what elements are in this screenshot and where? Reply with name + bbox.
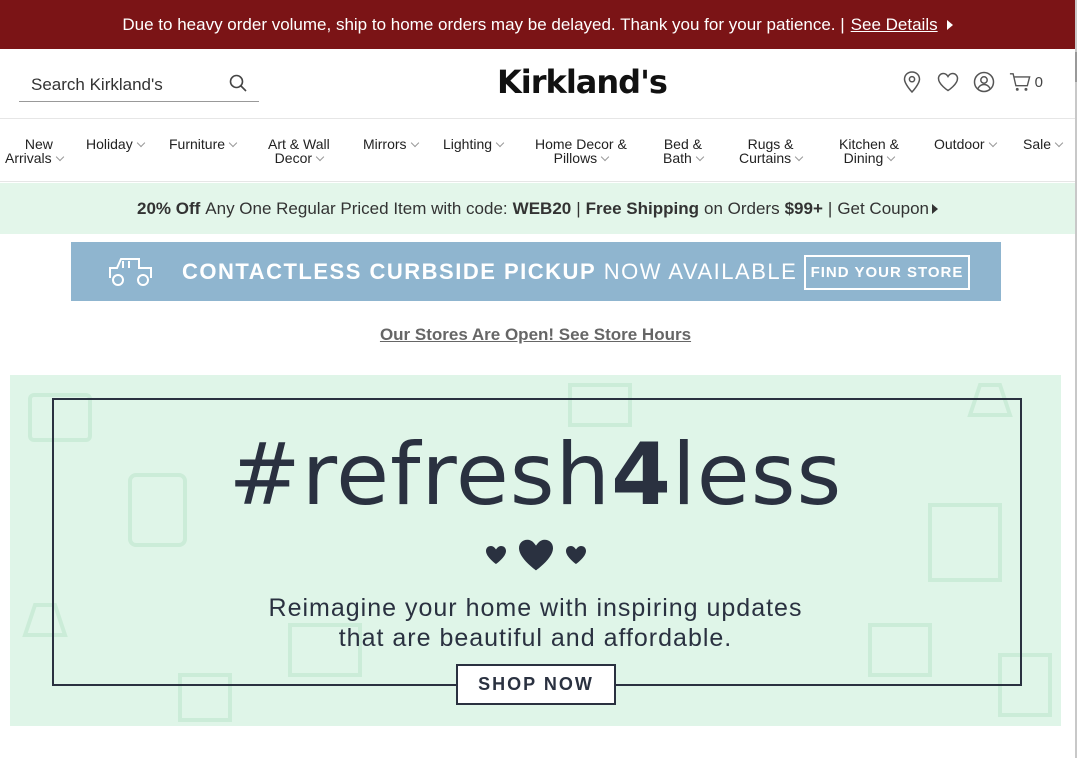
truck-icon xyxy=(107,254,155,293)
store-locator-icon[interactable] xyxy=(901,71,923,93)
account-icon[interactable] xyxy=(973,71,995,93)
announcement-text: Due to heavy order volume, ship to home … xyxy=(122,14,845,34)
chevron-down-icon xyxy=(794,152,804,162)
heart-icon xyxy=(518,539,553,571)
hero-banner[interactable]: #refresh4less Reimagine your home with i… xyxy=(10,375,1061,726)
cart-icon[interactable] xyxy=(1009,71,1031,93)
hero-headline: #refresh4less xyxy=(228,425,843,525)
find-your-store-button[interactable]: FIND YOUR STORE xyxy=(804,255,970,290)
chevron-down-icon xyxy=(410,138,419,148)
nav-item-new-arrivals[interactable]: New Arrivals xyxy=(5,137,64,165)
nav-item-kitchen-dining[interactable]: Kitchen & Dining xyxy=(839,137,899,165)
get-coupon-link[interactable]: Get Coupon xyxy=(837,199,938,219)
promo-item-text: Any One Regular Priced Item with code: xyxy=(205,198,508,218)
caret-right-icon xyxy=(932,203,938,214)
chevron-down-icon xyxy=(136,138,145,148)
chevron-down-icon xyxy=(1054,138,1064,148)
nav-item-furniture[interactable]: Furniture xyxy=(169,137,238,151)
chevron-down-icon xyxy=(988,138,997,148)
header-icons: 0 xyxy=(901,71,1043,93)
nav-item-lighting[interactable]: Lighting xyxy=(443,137,505,151)
nav-item-bed-bath[interactable]: Bed & Bath xyxy=(663,137,705,165)
promo-strip: 20% Off Any One Regular Priced Item with… xyxy=(0,183,1075,234)
search-input[interactable] xyxy=(31,75,211,95)
store-hours-link[interactable]: Our Stores Are Open! See Store Hours xyxy=(0,325,1071,345)
promo-discount: 20% Off xyxy=(136,198,201,218)
site-header: Kirkland's 0 xyxy=(0,49,1075,119)
chevron-down-icon xyxy=(695,152,705,162)
cart-count: 0 xyxy=(1034,73,1043,91)
chevron-down-icon xyxy=(228,138,238,148)
promo-code: WEB20 xyxy=(512,198,572,218)
hero-subtext: Reimagine your home with inspiring updat… xyxy=(268,594,803,652)
search-icon[interactable] xyxy=(229,74,247,97)
see-details-link[interactable]: See Details xyxy=(851,15,938,35)
announcement-bar: Due to heavy order volume, ship to home … xyxy=(0,0,1075,49)
chevron-down-icon xyxy=(887,152,896,162)
promo-separator: | xyxy=(827,198,833,218)
nav-item-home-decor-pillows[interactable]: Home Decor & Pillows xyxy=(535,137,627,165)
chevron-down-icon xyxy=(600,152,610,162)
chevron-down-icon xyxy=(495,138,505,148)
promo-orders-text: on Orders xyxy=(704,198,780,218)
wishlist-heart-icon[interactable] xyxy=(937,71,959,93)
nav-item-art-wall-decor[interactable]: Art & Wall Decor xyxy=(268,137,330,165)
curbside-text: CONTACTLESS CURBSIDE PICKUP NOW AVAILABL… xyxy=(182,259,798,284)
heart-icon xyxy=(485,546,506,564)
caret-right-icon xyxy=(946,19,953,30)
nav-item-holiday[interactable]: Holiday xyxy=(86,137,145,151)
heart-icon xyxy=(565,546,586,564)
nav-item-sale[interactable]: Sale xyxy=(1023,137,1064,151)
nav-item-mirrors[interactable]: Mirrors xyxy=(363,137,419,151)
site-logo[interactable]: Kirkland's xyxy=(497,63,668,101)
hearts-decoration xyxy=(10,538,1061,572)
promo-threshold: $99+ xyxy=(784,198,823,218)
promo-free-shipping: Free Shipping xyxy=(585,198,699,218)
search-box xyxy=(19,69,259,102)
main-nav: New Arrivals Holiday Furniture Art & Wal… xyxy=(0,120,1075,182)
curbside-banner[interactable]: CONTACTLESS CURBSIDE PICKUP NOW AVAILABL… xyxy=(71,242,1001,301)
promo-separator: | xyxy=(576,198,581,218)
chevron-down-icon xyxy=(315,152,325,162)
chevron-down-icon xyxy=(55,152,64,162)
nav-item-rugs-curtains[interactable]: Rugs & Curtains xyxy=(739,137,804,165)
nav-item-outdoor[interactable]: Outdoor xyxy=(934,137,997,151)
shop-now-button[interactable]: SHOP NOW xyxy=(456,664,616,705)
